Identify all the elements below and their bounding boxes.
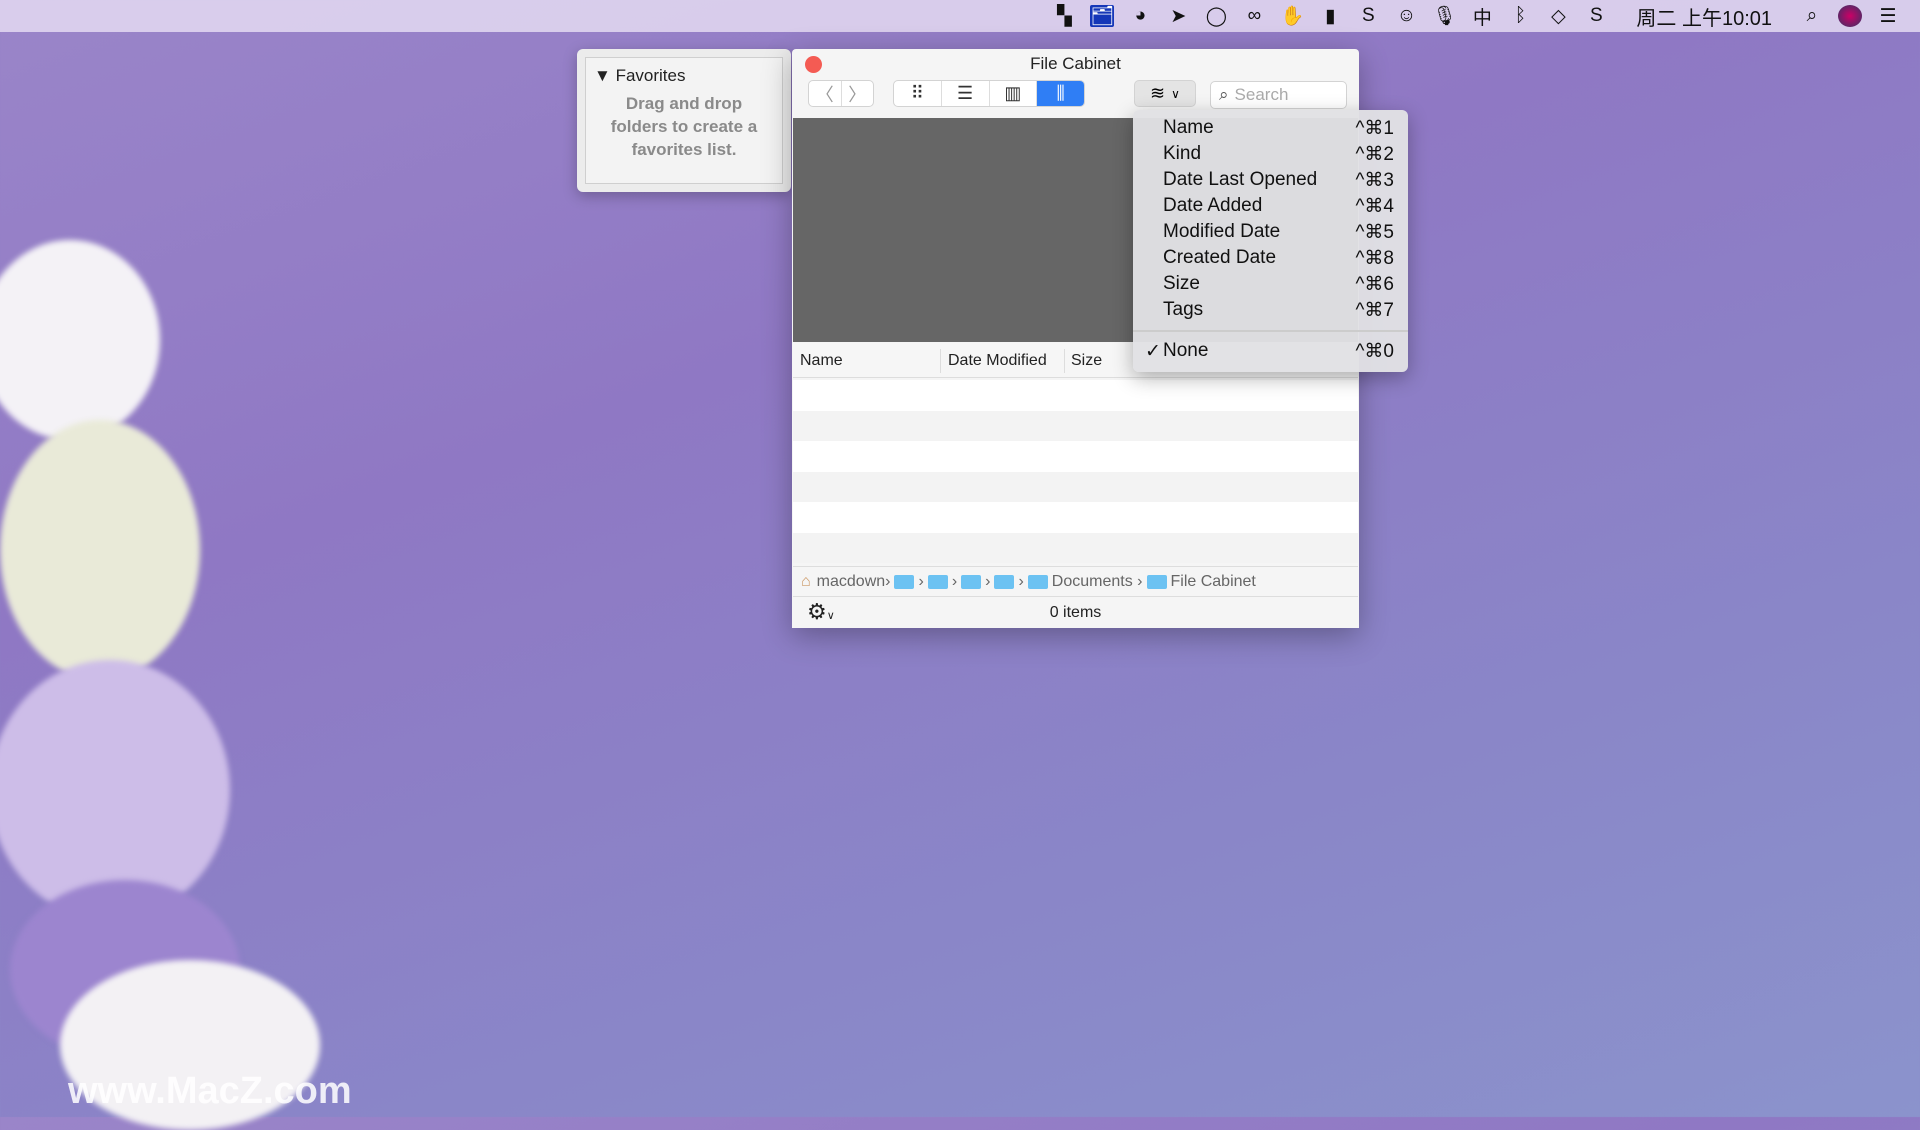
divider xyxy=(940,349,941,373)
bluetooth-icon[interactable]: ᛒ xyxy=(1508,5,1532,27)
menu-item-modified-date[interactable]: Modified Date ^⌘5 xyxy=(1133,219,1408,245)
sort-menu: Name ^⌘1 Kind ^⌘2 Date Last Opened ^⌘3 Date… xyxy=(1133,110,1408,372)
window-title: File Cabinet xyxy=(1030,54,1121,73)
chevron-down-icon: ∨ xyxy=(1171,86,1180,101)
microphone-icon[interactable]: 🎙 xyxy=(1432,5,1456,27)
menu-item-tags[interactable]: Tags ^⌘7 xyxy=(1133,297,1408,323)
telegram-icon[interactable]: ➤ xyxy=(1166,5,1190,27)
nav-buttons: 〈 〉 xyxy=(808,80,874,107)
menu-item-none[interactable]: ✓ None ^⌘0 xyxy=(1133,338,1408,364)
path-bar: ⌂ macdown › › › › › Documents › File Cab… xyxy=(793,566,1358,596)
file-list[interactable] xyxy=(793,380,1358,564)
list-view-icon[interactable]: ☰ xyxy=(942,81,990,106)
path-item-file-cabinet[interactable]: File Cabinet xyxy=(1171,573,1256,591)
clock[interactable]: 周二 上午10:01 xyxy=(1636,2,1772,31)
favorites-title: Favorites xyxy=(615,66,686,85)
s-icon[interactable]: S xyxy=(1356,5,1380,27)
spotlight-icon[interactable]: ⌕ xyxy=(1800,5,1824,27)
folder-icon[interactable] xyxy=(927,574,948,589)
folder-icon[interactable] xyxy=(994,574,1015,589)
folder-icon[interactable] xyxy=(894,574,915,589)
cover-flow-view-icon[interactable]: ⫼ xyxy=(1037,81,1084,106)
menu-item-name[interactable]: Name ^⌘1 xyxy=(1133,115,1408,141)
notification-center-icon[interactable]: ☰ xyxy=(1876,5,1900,27)
divider xyxy=(1064,349,1065,373)
menu-item-kind[interactable]: Kind ^⌘2 xyxy=(1133,141,1408,167)
search-icon: ⌕ xyxy=(1219,85,1229,104)
menu-item-date-added[interactable]: Date Added ^⌘4 xyxy=(1133,193,1408,219)
forward-button[interactable]: 〉 xyxy=(842,81,874,106)
column-size[interactable]: Size xyxy=(1071,352,1102,370)
folder-icon xyxy=(1027,574,1048,589)
view-mode-switcher: ⠿ ☰ ▥ ⫼ xyxy=(893,80,1085,107)
home-icon: ⌂ xyxy=(801,572,811,590)
face-icon[interactable]: ☺ xyxy=(1394,5,1418,27)
search-placeholder: Search xyxy=(1234,85,1289,104)
menu-item-created-date[interactable]: Created Date ^⌘8 xyxy=(1133,245,1408,271)
siri-icon[interactable] xyxy=(1838,5,1862,27)
folder-icon[interactable] xyxy=(961,574,982,589)
search-field[interactable]: ⌕ Search xyxy=(1210,81,1347,109)
wifi-icon[interactable]: ◇ xyxy=(1546,5,1570,27)
hand-block-icon[interactable]: ✋ xyxy=(1280,5,1305,27)
sort-button[interactable]: ≋ ∨ xyxy=(1134,80,1196,107)
column-name[interactable]: Name xyxy=(800,352,843,370)
menu-separator xyxy=(1133,330,1408,332)
sogou-icon[interactable]: Ѕ xyxy=(1584,5,1608,27)
status-bar: ⚙∨ 0 items xyxy=(793,596,1358,627)
item-count: 0 items xyxy=(1049,604,1102,621)
bookmark-icon[interactable]: ▚ xyxy=(1052,5,1076,27)
icon-view-icon[interactable]: ⠿ xyxy=(894,81,942,106)
input-method-icon[interactable]: 中 xyxy=(1470,5,1494,29)
layers-icon: ≋ xyxy=(1150,83,1166,103)
folder-icon xyxy=(1146,574,1167,589)
creative-cloud-icon[interactable]: ∞ xyxy=(1242,5,1266,27)
display-icon[interactable]: ▮ xyxy=(1318,5,1342,27)
wechat-icon[interactable]: ◕ xyxy=(1128,5,1152,27)
column-date-modified[interactable]: Date Modified xyxy=(948,352,1047,370)
path-item-documents[interactable]: Documents xyxy=(1052,573,1133,591)
watermark: www.MacZ.com xyxy=(68,1070,352,1112)
favorites-header[interactable]: ▼ Favorites xyxy=(594,66,685,86)
file-cabinet-icon[interactable]: 🗂 xyxy=(1090,5,1114,27)
column-view-icon[interactable]: ▥ xyxy=(990,81,1038,106)
chat-icon[interactable]: ◯ xyxy=(1204,5,1228,27)
checkmark-icon: ✓ xyxy=(1145,340,1161,362)
favorites-panel: ▼ Favorites Drag and drop folders to cre… xyxy=(577,49,791,192)
menu-item-size[interactable]: Size ^⌘6 xyxy=(1133,271,1408,297)
menu-bar: ▚ 🗂 ◕ ➤ ◯ ∞ ✋ ▮ S ☺ 🎙 中 ᛒ ◇ Ѕ 周二 上午10:01… xyxy=(0,0,1920,32)
menu-item-date-last-opened[interactable]: Date Last Opened ^⌘3 xyxy=(1133,167,1408,193)
path-item-home[interactable]: macdown xyxy=(817,573,885,591)
favorites-hint: Drag and drop folders to create a favori… xyxy=(610,94,758,159)
back-button[interactable]: 〈 xyxy=(809,81,842,106)
